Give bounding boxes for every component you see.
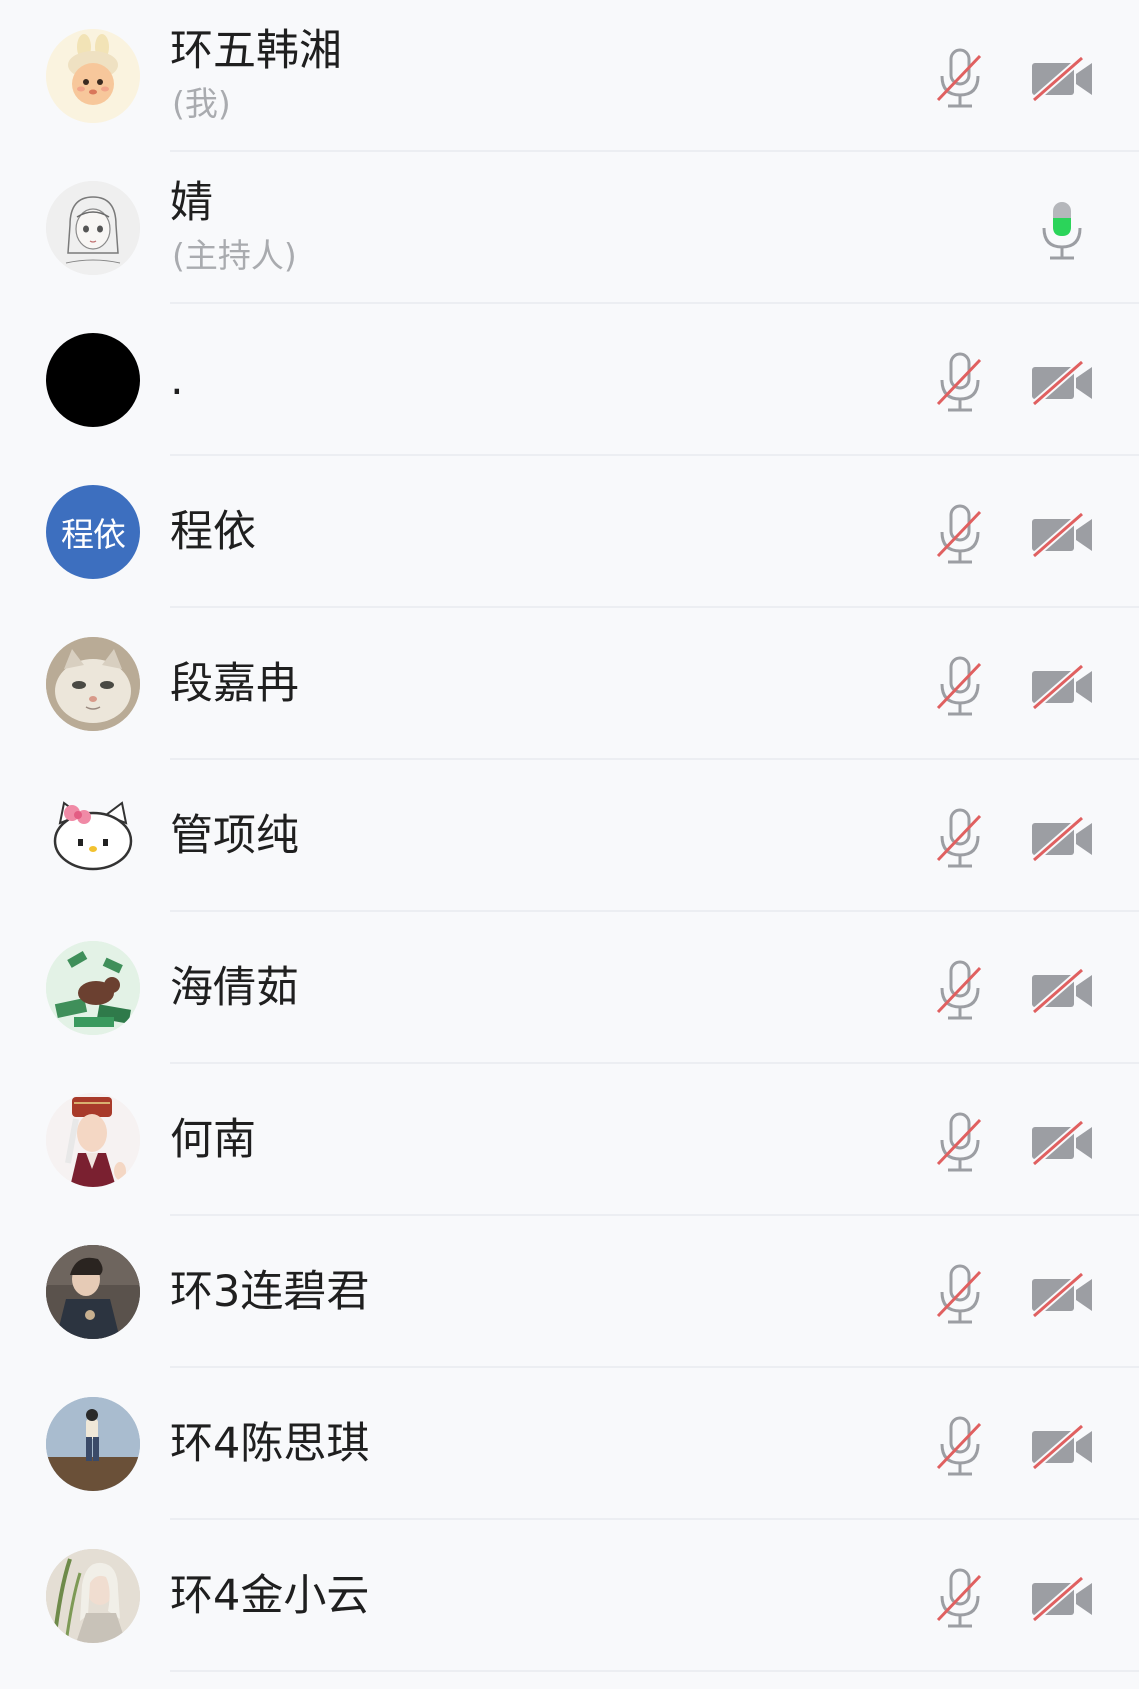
participant-name: 何南 <box>170 1115 256 1165</box>
person-photo-avatar <box>46 1245 140 1339</box>
participant-name: 婧 <box>170 178 213 228</box>
row-divider <box>170 1670 1139 1672</box>
hello-kitty-avatar <box>46 789 140 883</box>
mic-muted-icon[interactable] <box>934 960 986 1022</box>
participant-name: 程依 <box>170 507 256 557</box>
participant-name: 环五韩湘 <box>170 26 342 76</box>
mic-muted-icon[interactable] <box>934 48 986 110</box>
participant-row[interactable]: 环3连碧君 <box>0 1216 1139 1368</box>
participant-row[interactable]: 环五韩湘 (我) <box>0 0 1139 152</box>
mic-muted-icon[interactable] <box>934 1112 986 1174</box>
mic-muted-icon[interactable] <box>934 504 986 566</box>
cat-photo-avatar <box>46 637 140 731</box>
participant-row[interactable]: 程依 程依 <box>0 456 1139 608</box>
participant-row[interactable]: . <box>0 304 1139 456</box>
participant-row[interactable]: 环4陈思琪 <box>0 1368 1139 1520</box>
participant-name: 段嘉冉 <box>170 659 299 709</box>
camera-off-icon[interactable] <box>1030 1119 1096 1167</box>
mic-active-icon[interactable] <box>1036 200 1088 262</box>
camera-off-icon[interactable] <box>1030 359 1096 407</box>
participant-name: 环4金小云 <box>170 1571 370 1621</box>
participant-row[interactable]: 环4金小云 <box>0 1520 1139 1672</box>
participant-row[interactable]: 婧 (主持人) <box>0 152 1139 304</box>
camera-off-icon[interactable] <box>1030 1575 1096 1623</box>
participant-list: 环五韩湘 (我) 婧 (主持人) . 程依 程依 段嘉冉 管项纯 海倩茹 何南 … <box>0 0 1139 1672</box>
participant-name: 海倩茹 <box>170 963 299 1013</box>
bear-money-avatar <box>46 941 140 1035</box>
mic-muted-icon[interactable] <box>934 808 986 870</box>
participant-name: 管项纯 <box>170 811 299 861</box>
mic-muted-icon[interactable] <box>934 1264 986 1326</box>
landscape-figure-avatar <box>46 1397 140 1491</box>
participant-role-tag: (主持人) <box>172 236 297 275</box>
camera-off-icon[interactable] <box>1030 967 1096 1015</box>
cartoon-bunny-avatar <box>46 29 140 123</box>
camera-off-icon[interactable] <box>1030 55 1096 103</box>
mic-muted-icon[interactable] <box>934 1416 986 1478</box>
participant-row[interactable]: 海倩茹 <box>0 912 1139 1064</box>
illustrated-man-avatar <box>46 1093 140 1187</box>
participant-row[interactable]: 何南 <box>0 1064 1139 1216</box>
girl-photo-avatar <box>46 1549 140 1643</box>
participant-name: . <box>170 355 184 405</box>
participant-name: 环4陈思琪 <box>170 1419 370 1469</box>
avatar-initials: 程依 <box>61 515 126 554</box>
participant-role-tag: (我) <box>172 84 231 123</box>
initials-avatar: 程依 <box>46 485 140 579</box>
participant-row[interactable]: 管项纯 <box>0 760 1139 912</box>
camera-off-icon[interactable] <box>1030 511 1096 559</box>
mic-muted-icon[interactable] <box>934 656 986 718</box>
mic-muted-icon[interactable] <box>934 352 986 414</box>
camera-off-icon[interactable] <box>1030 815 1096 863</box>
black-circle-avatar <box>46 333 140 427</box>
camera-off-icon[interactable] <box>1030 663 1096 711</box>
participant-row[interactable]: 段嘉冉 <box>0 608 1139 760</box>
camera-off-icon[interactable] <box>1030 1423 1096 1471</box>
mic-muted-icon[interactable] <box>934 1568 986 1630</box>
camera-off-icon[interactable] <box>1030 1271 1096 1319</box>
participant-name: 环3连碧君 <box>170 1267 370 1317</box>
sketch-girl-avatar <box>46 181 140 275</box>
